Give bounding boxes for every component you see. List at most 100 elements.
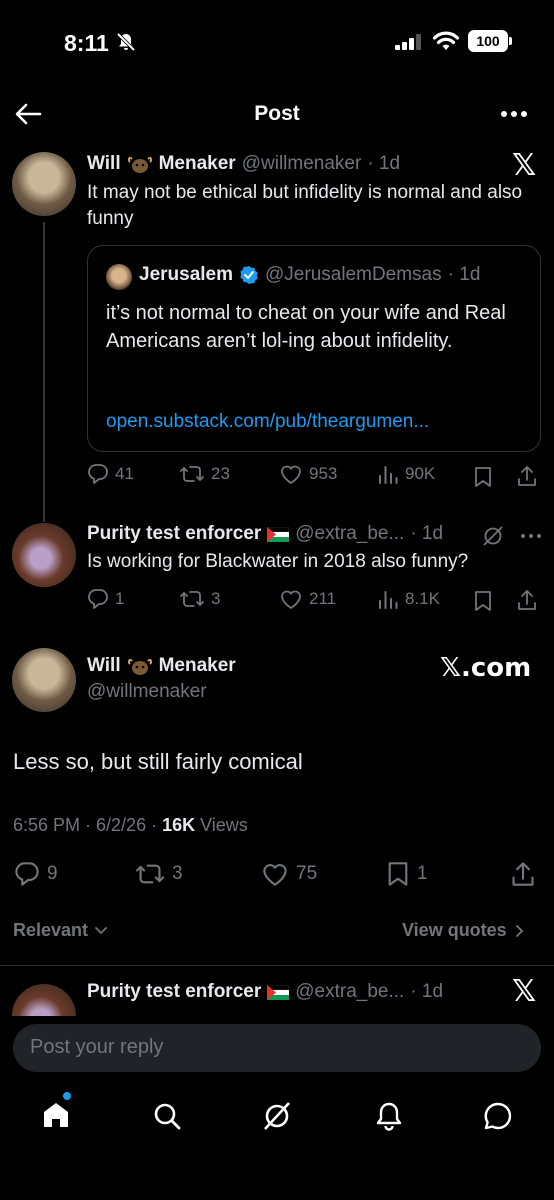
author-name-last[interactable]: Menaker [159,153,236,175]
tweet-header: Purity test enforcer @extra_be... · 1d [87,981,443,1003]
post-timestamp: 6:56 PM · 6/2/26 · [13,815,163,835]
view-quotes-link[interactable]: View quotes [402,920,525,941]
like-icon [260,861,290,887]
author-handle[interactable]: @willmenaker [87,681,207,703]
author-handle[interactable]: @extra_be... [295,523,404,545]
author-name[interactable]: Purity test enforcer [87,523,261,545]
home-icon[interactable] [40,1099,72,1131]
views-button[interactable]: 8.1K [377,588,440,610]
bookmark-button[interactable]: 1 [385,861,428,887]
reply-count: 41 [115,464,134,483]
quote-header: Jerusalem @JerusalemDemsas · 1d [139,264,480,286]
like-button[interactable]: 211 [279,588,336,610]
battery-indicator: 100 [468,30,508,52]
views-label: Views [195,815,248,835]
author-name[interactable]: Purity test enforcer [87,981,261,1003]
page-title: Post [254,102,300,125]
author-handle[interactable]: @willmenaker [242,153,362,175]
sort-dropdown[interactable]: Relevant [13,920,108,941]
main-author: Will Menaker [87,655,236,677]
tweet-header: Will Menaker @willmenaker · 1d [87,153,400,175]
author-handle[interactable]: @extra_be... [295,981,404,1003]
chevron-down-icon [94,926,108,936]
like-count: 953 [309,464,338,483]
quote-author-name: Jerusalem [139,264,234,285]
bookmark-icon[interactable] [473,466,493,488]
sort-label: Relevant [13,920,89,940]
views-count: 90K [405,464,436,483]
avatar[interactable] [12,648,76,712]
quote-author-handle: @JerusalemDemsas [265,264,442,285]
view-quotes-label: View quotes [402,920,507,940]
grok-icon[interactable] [261,1100,293,1132]
tweet-header: Purity test enforcer @extra_be... · 1d [87,523,443,545]
wifi-icon [432,30,460,52]
repost-button[interactable]: 23 [179,463,230,485]
reply-input[interactable]: Post your reply [13,1024,541,1072]
views-count: 8.1K [405,589,440,608]
views-button[interactable]: 90K [377,463,435,485]
cellular-signal-icon [395,34,425,50]
verified-icon [239,265,259,285]
more-icon[interactable] [520,533,542,539]
quote-avatar [106,264,132,290]
reply-count: 9 [47,863,58,884]
bookmark-icon [385,861,411,887]
repost-button[interactable]: 3 [134,861,183,887]
repost-icon [134,861,166,887]
x-logo-icon: 𝕏 [512,974,537,1009]
repost-count: 3 [211,589,221,608]
status-time: 8:11 [64,30,109,56]
avatar[interactable] [12,984,76,1016]
more-icon[interactable] [500,110,528,118]
repost-count: 23 [211,464,230,483]
reply-count: 1 [115,589,125,608]
tweet-text: It may not be ethical but infidelity is … [87,182,523,229]
like-icon [279,588,303,610]
like-count: 75 [296,863,318,884]
tweet-time: · 1d [410,981,444,1002]
share-icon[interactable] [516,589,538,611]
goat-emoji-icon [127,655,153,677]
messages-icon[interactable] [482,1100,514,1132]
avatar[interactable] [12,152,76,216]
like-button[interactable]: 953 [279,463,337,485]
reply-button[interactable]: 9 [13,861,58,887]
goat-emoji-icon [127,153,153,175]
thread-line [43,222,45,522]
reply-preview[interactable]: Purity test enforcer @extra_be... · 1d 𝕏 [0,966,554,1016]
reply-button[interactable]: 1 [87,588,124,610]
repost-icon [179,463,205,485]
notifications-icon[interactable] [373,1100,405,1132]
share-icon[interactable] [516,465,538,487]
bookmark-icon[interactable] [473,590,493,612]
silent-bell-icon [116,32,136,52]
quote-time: · 1d [447,264,481,285]
like-button[interactable]: 75 [260,861,317,887]
tweet-text: Is working for Blackwater in 2018 also f… [87,551,469,572]
views-icon [377,588,399,610]
views-count: 16K [162,815,196,835]
battery-nub [509,37,512,45]
views-icon [377,463,399,485]
repost-button[interactable]: 3 [179,588,220,610]
author-name[interactable]: Will [87,153,121,175]
quote-text: it’s not normal to cheat on your wife an… [106,302,506,352]
post-text: Less so, but still fairly comical [13,749,303,774]
reply-button[interactable]: 41 [87,463,134,485]
post-meta: 6:56 PM · 6/2/26 · 16K Views [13,815,248,836]
avatar[interactable] [12,523,76,587]
palestine-flag-icon [267,984,290,1000]
like-count: 211 [309,589,337,608]
repost-count: 3 [172,863,183,884]
reply-icon [87,588,109,610]
bookmark-count: 1 [417,863,428,884]
palestine-flag-icon [267,526,290,542]
reply-placeholder: Post your reply [30,1036,164,1058]
grok-icon[interactable] [482,525,504,547]
search-icon[interactable] [151,1100,183,1132]
share-icon[interactable] [510,861,536,887]
quote-link[interactable]: open.substack.com/pub/theargumen... [106,409,429,435]
author-name-last[interactable]: Menaker [159,655,236,677]
author-name[interactable]: Will [87,655,121,677]
